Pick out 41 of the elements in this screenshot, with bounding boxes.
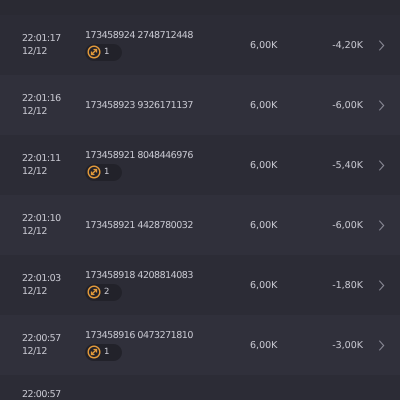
date-text: 12/12 bbox=[22, 106, 48, 117]
bet-amount: 6,00K bbox=[250, 340, 278, 350]
date-text: 12/12 bbox=[22, 346, 48, 357]
result-amount: -6,00K bbox=[332, 100, 363, 110]
chevron-right-icon[interactable] bbox=[378, 278, 385, 292]
chevron-right-icon[interactable] bbox=[378, 158, 385, 172]
time-text: 22:01:03 bbox=[22, 273, 62, 284]
date-text: 12/12 bbox=[22, 46, 48, 57]
result-amount: -4,20K bbox=[332, 40, 363, 50]
bet-amount: 6,00K bbox=[250, 100, 278, 110]
round-id: 173458918 4208814083 bbox=[85, 270, 193, 280]
date-text: 12/12 bbox=[22, 286, 48, 297]
bet-amount: 6,00K bbox=[250, 160, 278, 170]
badge-count: 2 bbox=[104, 287, 110, 297]
round-id: 173458916 0473271810 bbox=[85, 330, 193, 340]
chevron-right-icon[interactable] bbox=[378, 38, 385, 52]
badge-count: 1 bbox=[104, 47, 110, 57]
time-text: 22:01:11 bbox=[22, 153, 62, 164]
bet-amount: 6,00K bbox=[250, 280, 278, 290]
badge-count: 1 bbox=[104, 167, 110, 177]
date-text: 12/12 bbox=[22, 226, 48, 237]
time-text: 22:01:10 bbox=[22, 213, 62, 224]
bet-amount: 6,00K bbox=[250, 40, 278, 50]
time-text: 22:01:16 bbox=[22, 93, 62, 104]
round-id: 173458921 8048446976 bbox=[85, 150, 193, 160]
chevron-right-icon[interactable] bbox=[378, 98, 385, 112]
round-id: 173458921 4428780032 bbox=[85, 220, 193, 230]
time-text: 22:00:57 bbox=[22, 389, 62, 400]
result-amount: -5,40K bbox=[332, 160, 363, 170]
result-amount: -6,00K bbox=[332, 220, 363, 230]
result-amount: -1,80K bbox=[332, 280, 363, 290]
badge-count: 1 bbox=[104, 347, 110, 357]
round-id: 173458923 9326171137 bbox=[85, 100, 193, 110]
round-id: 173458924 2748712448 bbox=[85, 30, 193, 40]
time-text: 22:01:17 bbox=[22, 33, 62, 44]
chevron-right-icon[interactable] bbox=[378, 338, 385, 352]
time-text: 22:00:57 bbox=[22, 333, 62, 344]
chevron-right-icon[interactable] bbox=[378, 218, 385, 232]
result-amount: -3,00K bbox=[332, 340, 363, 350]
date-text: 12/12 bbox=[22, 166, 48, 177]
bet-amount: 6,00K bbox=[250, 220, 278, 230]
